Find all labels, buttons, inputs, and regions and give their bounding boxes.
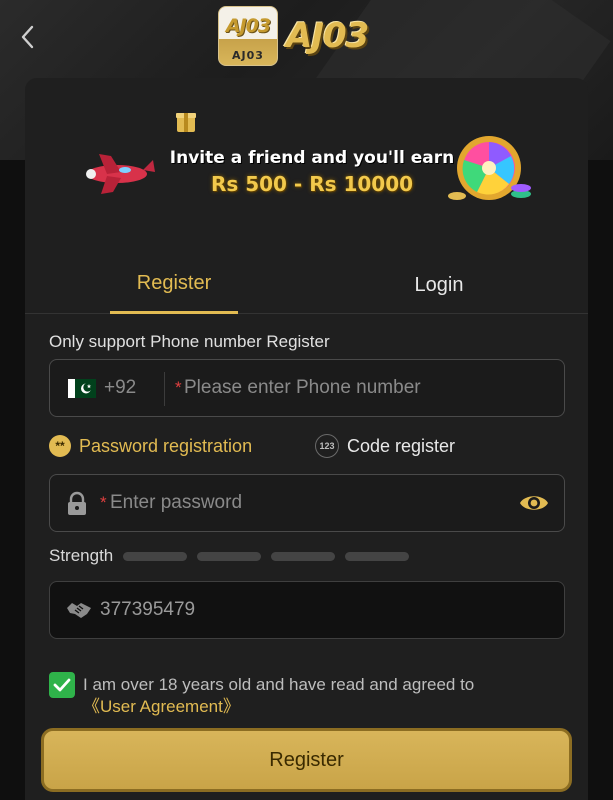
- password-registration-label: Password registration: [79, 435, 253, 456]
- gift-box-icon: [176, 113, 196, 132]
- strength-bar-3: [271, 551, 336, 561]
- handshake-icon: [67, 603, 91, 618]
- code-register-option[interactable]: 123 Code register: [315, 432, 455, 460]
- register-card: Invite a friend and you'll earn Rs 500 -…: [25, 78, 588, 800]
- support-note: Only support Phone number Register: [49, 332, 330, 351]
- logo-badge-subtext: AJ03: [232, 49, 264, 62]
- prize-wheel-icon: [448, 136, 531, 200]
- tab-login[interactable]: Login: [375, 256, 503, 314]
- user-agreement-link[interactable]: 《User Agreement》: [83, 696, 240, 718]
- phone-divider: [164, 372, 165, 406]
- password-strength-meter: Strength: [49, 545, 419, 567]
- lock-icon: [68, 491, 86, 515]
- code-register-label: Code register: [347, 435, 456, 456]
- strength-label: Strength: [49, 546, 114, 565]
- auth-tabs: Register Login: [25, 256, 588, 314]
- phone-input[interactable]: [184, 368, 554, 408]
- required-mark: *: [100, 493, 107, 512]
- plane-icon: [86, 154, 155, 194]
- logo-wordmark: AJ03: [286, 16, 369, 56]
- invite-code-field: [49, 581, 565, 639]
- back-button[interactable]: [12, 20, 42, 54]
- agreement-text: I am over 18 years old and have read and…: [83, 675, 475, 694]
- eye-icon[interactable]: [518, 490, 550, 516]
- chevron-left-icon: [21, 25, 34, 49]
- password-field: *: [49, 474, 565, 532]
- password-registration-option[interactable]: ** Password registration: [49, 432, 252, 460]
- country-code-selector[interactable]: +92: [104, 377, 136, 399]
- agree-checkbox[interactable]: [49, 672, 75, 698]
- registration-mode-selector: ** Password registration 123 Code regist…: [49, 432, 565, 460]
- phone-field: +92 *: [49, 359, 565, 417]
- banner-reward-range: Rs 500 - Rs 10000: [210, 172, 414, 196]
- strength-bar-1: [123, 551, 188, 561]
- agreement-row: I am over 18 years old and have read and…: [49, 672, 565, 718]
- password-mode-icon: **: [49, 435, 71, 457]
- code-mode-icon: 123: [315, 434, 339, 458]
- logo-badge: AJ03 AJ03: [218, 6, 278, 66]
- strength-bar-2: [197, 551, 262, 561]
- register-submit-button[interactable]: Register: [41, 728, 572, 792]
- logo-badge-text: AJ03: [225, 15, 271, 37]
- invite-banner[interactable]: Invite a friend and you'll earn Rs 500 -…: [77, 110, 537, 210]
- required-mark: *: [175, 378, 182, 397]
- banner-headline: Invite a friend and you'll earn: [169, 148, 455, 168]
- strength-bar-4: [345, 551, 410, 561]
- pakistan-flag-icon: [68, 379, 96, 398]
- check-icon: [53, 678, 71, 692]
- brand-logo: AJ03 AJ03 AJ03: [218, 6, 369, 66]
- invite-code-input[interactable]: [100, 590, 520, 630]
- tab-register[interactable]: Register: [110, 256, 238, 314]
- password-input[interactable]: [110, 483, 500, 523]
